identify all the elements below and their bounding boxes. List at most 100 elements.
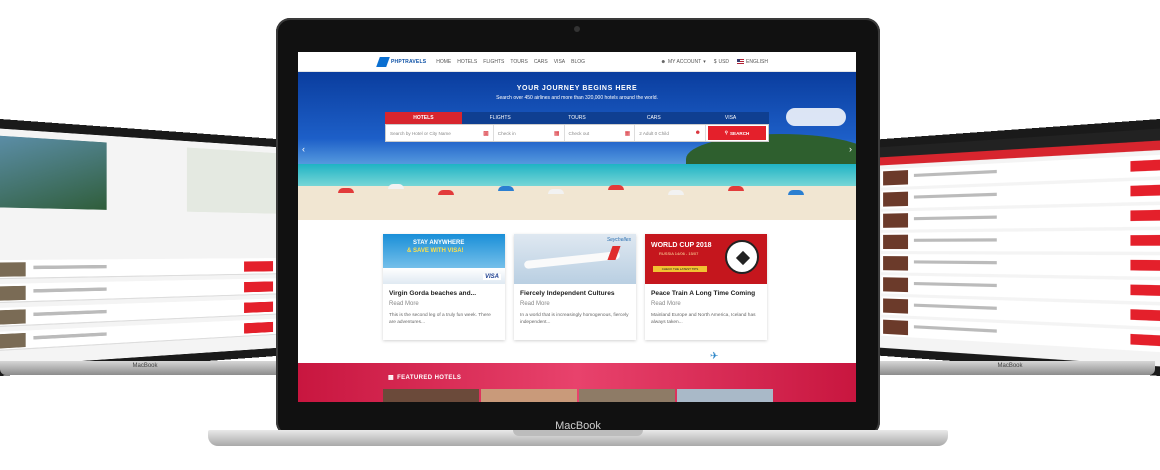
user-icon: ☻ (660, 58, 666, 65)
nav-link-blog[interactable]: BLOG (571, 59, 585, 65)
language-label: ENGLISH (746, 58, 768, 65)
visa-headline: STAY ANYWHERE (413, 240, 465, 246)
calendar-icon: ▦ (553, 130, 560, 137)
search-button-label: SEARCH (729, 130, 750, 136)
visa-logo: VISA (482, 274, 501, 280)
chevron-left-icon[interactable]: ‹ (302, 144, 305, 154)
card-excerpt: This is the second leg of a truly fun we… (389, 313, 491, 326)
read-more-link[interactable]: Read More (520, 301, 550, 307)
search-tabs: HOTELS FLIGHTS TOURS CARS VISA (385, 112, 769, 124)
soccer-ball-icon (725, 240, 759, 274)
my-account-label: MY ACCOUNT (667, 58, 702, 65)
checkin-placeholder: Check in (497, 130, 516, 136)
hero-cloud (786, 108, 846, 126)
macbook-base (208, 430, 948, 446)
language-selector[interactable]: ENGLISH (737, 59, 768, 65)
currency-label: USD (718, 58, 730, 65)
beach-umbrella (388, 184, 404, 189)
checkout-placeholder: Check out (568, 130, 590, 136)
featured-hotel-thumb[interactable] (579, 389, 675, 402)
destination-input[interactable]: Search by Hotel or City Name ▩ (386, 125, 494, 141)
beach-umbrella (788, 190, 804, 195)
website-screen: PHPTRAVELS HOME HOTELS FLIGHTS TOURS CAR… (298, 52, 856, 402)
nav-link-tours[interactable]: TOURS (510, 59, 527, 65)
world-cup-dates: RUSSIA 14/06 - 15/07 (659, 251, 699, 256)
visa-subheadline: & SAVE WITH VISA! (407, 248, 464, 254)
beach-umbrella (338, 188, 354, 193)
featured-hotel-thumb[interactable] (383, 389, 479, 402)
tab-cars[interactable]: CARS (615, 112, 692, 124)
beach-umbrella (728, 186, 744, 191)
beach-umbrella (668, 190, 684, 195)
beach-umbrella (608, 185, 624, 190)
nav-links: HOME HOTELS FLIGHTS TOURS CARS VISA BLOG (436, 59, 585, 65)
nav-link-visa[interactable]: VISA (554, 59, 565, 65)
nav-link-cars[interactable]: CARS (534, 59, 548, 65)
world-cup-tips-button: CHECK THE LATEST TIPS (653, 266, 707, 272)
seychelles-logo: Seychelles (606, 237, 631, 243)
tab-tours[interactable]: TOURS (539, 112, 616, 124)
nav-link-flights[interactable]: FLIGHTS (483, 59, 504, 65)
camera-icon (574, 26, 580, 32)
calendar-icon: ▦ (624, 130, 631, 137)
currency-selector[interactable]: $ USD (714, 59, 729, 65)
read-more-link[interactable]: Read More (651, 301, 681, 307)
hero-title: YOUR JOURNEY BEGINS HERE (516, 85, 638, 92)
hero-beach (298, 186, 856, 220)
search-fields: Search by Hotel or City Name ▩ Check in … (385, 124, 769, 142)
destination-placeholder: Search by Hotel or City Name (390, 130, 451, 136)
card-title[interactable]: Peace Train A Long Time Coming (651, 290, 755, 297)
search-button[interactable]: ⚲ SEARCH (707, 126, 766, 140)
search-widget: HOTELS FLIGHTS TOURS CARS VISA Search by… (385, 112, 769, 148)
hotel-icon: ▩ (388, 375, 395, 381)
featured-hotels-section: ▩ FEATURED HOTELS (298, 363, 856, 402)
us-flag-icon (737, 59, 745, 64)
chevron-right-icon[interactable]: › (849, 144, 852, 154)
hero-sea (298, 164, 856, 188)
card-title[interactable]: Fiercely Independent Cultures (520, 290, 615, 297)
building-icon: ▩ (483, 130, 489, 137)
left-mini-hero-image (0, 135, 107, 210)
guests-input[interactable]: 2 Adult 0 Child ☻ (635, 125, 706, 141)
blog-card[interactable]: Seychelles Fiercely Independent Cultures… (514, 234, 636, 340)
guests-value: 2 Adult 0 Child (639, 130, 669, 136)
chevron-down-icon: ▾ (703, 58, 706, 65)
logo-icon (376, 56, 390, 67)
card-excerpt: In a world that is increasingly homogeno… (520, 313, 629, 326)
tab-visa[interactable]: VISA (692, 112, 769, 124)
beach-umbrella (548, 189, 564, 194)
card-excerpt: Mainland Europe and North America, Icela… (651, 313, 756, 326)
featured-hotel-thumb[interactable] (481, 389, 577, 402)
beach-umbrella (498, 186, 514, 191)
tab-flights[interactable]: FLIGHTS (462, 112, 539, 124)
blog-card[interactable]: WORLD CUP 2018 RUSSIA 14/06 - 15/07 CHEC… (645, 234, 767, 340)
site-logo[interactable]: PHPTRAVELS (376, 56, 427, 67)
checkout-input[interactable]: Check out ▦ (565, 125, 636, 141)
blog-card[interactable]: STAY ANYWHERE & SAVE WITH VISA! VISA Vir… (383, 234, 505, 340)
blog-cards: STAY ANYWHERE & SAVE WITH VISA! VISA Vir… (383, 234, 773, 344)
airplane-icon: ✈ (710, 351, 719, 362)
my-account-menu[interactable]: ☻ MY ACCOUNT ▾ (661, 59, 706, 65)
world-cup-headline: WORLD CUP 2018 (651, 242, 712, 249)
featured-thumbnails (383, 389, 773, 402)
nav-link-home[interactable]: HOME (436, 59, 451, 65)
macbook-notch (513, 430, 643, 436)
featured-hotel-thumb[interactable] (677, 389, 773, 402)
logo-text: PHPTRAVELS (391, 58, 427, 65)
featured-title: ▩ FEATURED HOTELS (388, 374, 461, 382)
plane-body (523, 251, 621, 269)
macbook-bezel: PHPTRAVELS HOME HOTELS FLIGHTS TOURS CAR… (276, 18, 880, 436)
tab-hotels[interactable]: HOTELS (385, 112, 462, 124)
visa-promo-image: STAY ANYWHERE & SAVE WITH VISA! VISA (383, 234, 505, 284)
nav-right: ☻ MY ACCOUNT ▾ $ USD ENGLISH (661, 59, 768, 65)
read-more-link[interactable]: Read More (389, 301, 419, 307)
nav-link-hotels[interactable]: HOTELS (457, 59, 477, 65)
currency-icon: $ (713, 58, 717, 65)
airplane-image: Seychelles (514, 234, 636, 284)
checkin-input[interactable]: Check in ▦ (494, 125, 565, 141)
card-title[interactable]: Virgin Gorda beaches and... (389, 290, 476, 297)
beach-umbrella (438, 190, 454, 195)
hero-banner: YOUR JOURNEY BEGINS HERE Search over 450… (298, 72, 856, 220)
search-icon: ⚲ (724, 130, 728, 135)
world-cup-image: WORLD CUP 2018 RUSSIA 14/06 - 15/07 CHEC… (645, 234, 767, 284)
